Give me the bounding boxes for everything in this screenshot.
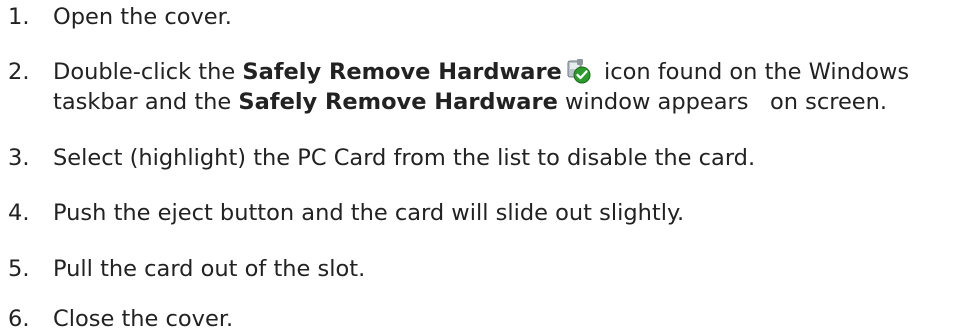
step-text: Push the eject button and the card will … <box>53 200 685 226</box>
step-text-plain: window appears on screen. <box>557 89 888 115</box>
step-text-plain: Double-click the <box>53 59 243 85</box>
step-number: 5. <box>8 256 30 282</box>
safely-remove-hardware-icon <box>567 59 591 84</box>
step-text: Pull the card out of the slot. <box>53 256 366 282</box>
step-text-line-2: taskbar and the Safely Remove Hardware w… <box>53 87 887 117</box>
step-text: Select (highlight) the PC Card from the … <box>53 145 756 171</box>
step-text-plain: taskbar and the <box>53 89 239 115</box>
step-number: 6. <box>8 306 30 332</box>
step-text-bold: Safely Remove Hardware <box>238 89 558 115</box>
step-text-line-1: Double-click the Safely Remove Hardware … <box>53 57 909 87</box>
instruction-list: 1. Open the cover. 2. Double-click the S… <box>0 0 972 332</box>
step-text: Close the cover. <box>53 306 234 332</box>
step-number: 4. <box>8 200 30 226</box>
step-text-plain: icon found on the Windows <box>596 59 910 85</box>
step-number: 1. <box>8 4 30 30</box>
step-number: 2. <box>8 59 30 85</box>
step-text-bold: Safely Remove Hardware <box>242 59 562 85</box>
step-number: 3. <box>8 145 30 171</box>
step-text: Open the cover. <box>53 4 232 30</box>
